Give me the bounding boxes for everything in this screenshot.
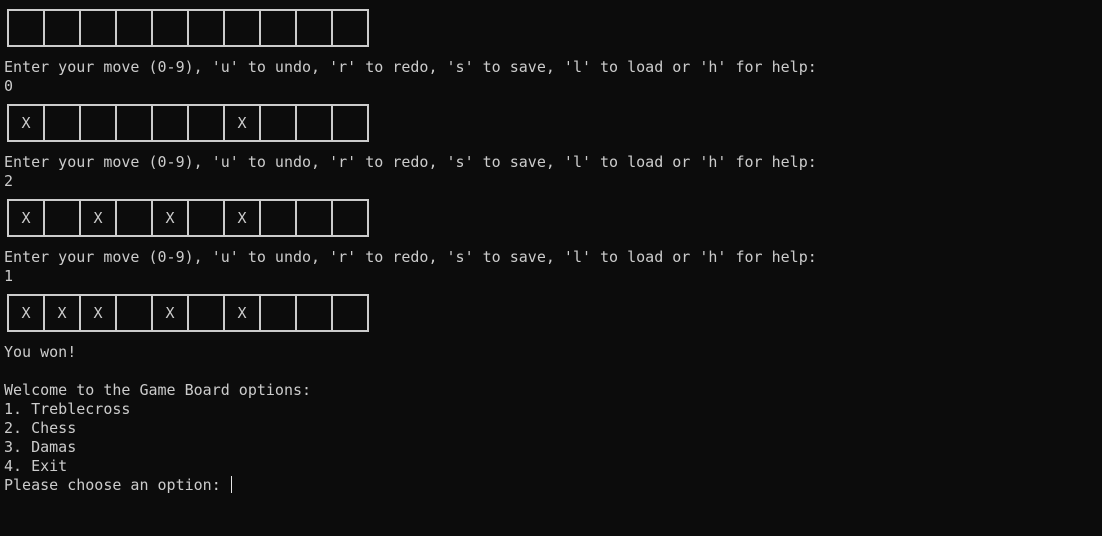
- board-cell: [295, 104, 331, 142]
- move-prompt: Enter your move (0-9), 'u' to undo, 'r' …: [4, 153, 817, 171]
- board-cell: X: [79, 294, 115, 332]
- board-cell: X: [79, 199, 115, 237]
- option-prompt: Please choose an option:: [4, 476, 230, 494]
- board-cell: [115, 199, 151, 237]
- move-input: 1: [4, 267, 14, 285]
- board-cell: [187, 104, 223, 142]
- game-board: X X X X: [7, 199, 369, 237]
- board-cell: X: [223, 199, 259, 237]
- move-input: 2: [4, 172, 14, 190]
- board-cell: [187, 199, 223, 237]
- board-cell: X: [151, 199, 187, 237]
- board-cell: X: [151, 294, 187, 332]
- option-prompt-line[interactable]: Please choose an option:: [4, 476, 232, 495]
- board-cell: [115, 294, 151, 332]
- menu-title: Welcome to the Game Board options:: [4, 381, 312, 399]
- board-cell: [43, 199, 79, 237]
- board-cell: X: [7, 294, 43, 332]
- board-cell: [331, 199, 369, 237]
- board-cell: X: [43, 294, 79, 332]
- game-board: X X: [7, 104, 369, 142]
- board-cell: [223, 9, 259, 47]
- game-board: X X X X X: [7, 294, 369, 332]
- board-cell: X: [7, 104, 43, 142]
- board-cell: [151, 104, 187, 142]
- board-cell: [331, 104, 369, 142]
- board-cell: [79, 104, 115, 142]
- board-cell: [151, 9, 187, 47]
- board-cell: [259, 104, 295, 142]
- board-cell: [187, 9, 223, 47]
- board-cell: [259, 9, 295, 47]
- board-cell: [43, 104, 79, 142]
- terminal-window[interactable]: Enter your move (0-9), 'u' to undo, 'r' …: [0, 0, 1102, 536]
- board-cell: X: [223, 294, 259, 332]
- move-input: 0: [4, 77, 14, 95]
- menu-option-damas: 3. Damas: [4, 438, 77, 456]
- board-cell: [331, 294, 369, 332]
- menu-option-chess: 2. Chess: [4, 419, 77, 437]
- board-cell: [259, 294, 295, 332]
- move-prompt: Enter your move (0-9), 'u' to undo, 'r' …: [4, 248, 817, 266]
- board-cell: [115, 104, 151, 142]
- board-cell: [295, 199, 331, 237]
- text-cursor: [230, 476, 232, 493]
- result-message: You won!: [4, 343, 77, 361]
- board-cell: [295, 294, 331, 332]
- menu-option-exit: 4. Exit: [4, 457, 68, 475]
- board-cell: [43, 9, 79, 47]
- board-cell: [187, 294, 223, 332]
- board-cell: [259, 199, 295, 237]
- board-cell: [295, 9, 331, 47]
- game-board: [7, 9, 369, 47]
- board-cell: X: [7, 199, 43, 237]
- board-cell: [79, 9, 115, 47]
- board-cell: [7, 9, 43, 47]
- board-cell: X: [223, 104, 259, 142]
- board-cell: [115, 9, 151, 47]
- move-prompt: Enter your move (0-9), 'u' to undo, 'r' …: [4, 58, 817, 76]
- board-cell: [331, 9, 369, 47]
- menu-option-treblecross: 1. Treblecross: [4, 400, 131, 418]
